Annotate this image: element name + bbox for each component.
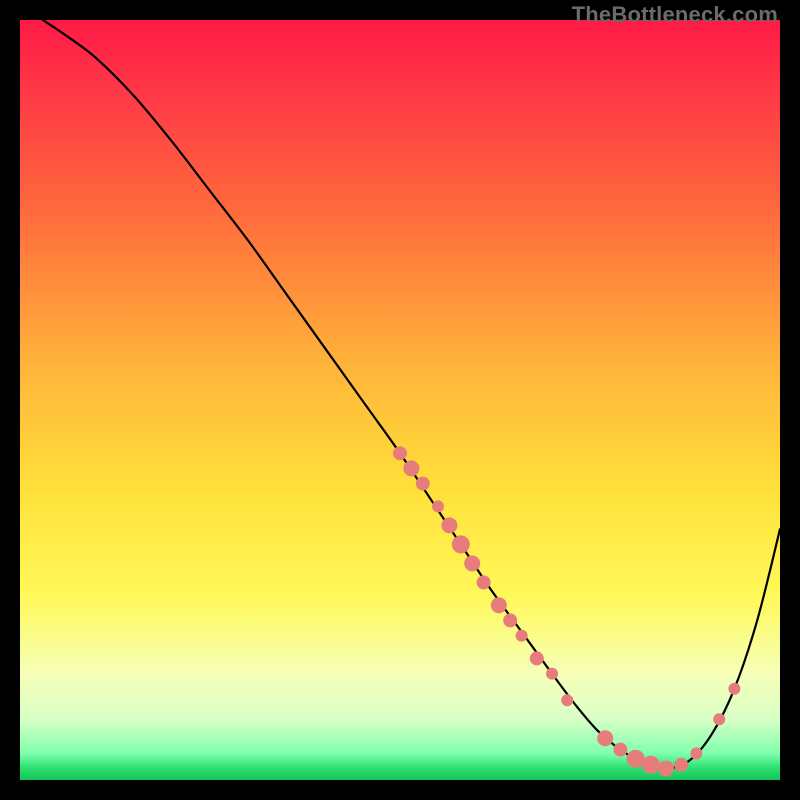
chart-background [20, 20, 780, 780]
curve-marker [441, 517, 457, 533]
curve-marker [452, 535, 470, 553]
chart-frame [20, 20, 780, 780]
curve-marker [642, 756, 660, 774]
curve-marker [613, 743, 627, 757]
curve-marker [393, 446, 407, 460]
curve-marker [403, 460, 419, 476]
chart-svg [20, 20, 780, 780]
curve-marker [674, 758, 688, 772]
curve-marker [658, 761, 674, 777]
curve-marker [503, 613, 517, 627]
curve-marker [546, 668, 558, 680]
curve-marker [464, 555, 480, 571]
curve-marker [561, 694, 573, 706]
curve-marker [516, 630, 528, 642]
curve-marker [690, 747, 702, 759]
curve-marker [728, 683, 740, 695]
curve-marker [713, 713, 725, 725]
curve-marker [477, 575, 491, 589]
curve-marker [416, 477, 430, 491]
curve-marker [491, 597, 507, 613]
curve-marker [597, 730, 613, 746]
curve-marker [530, 651, 544, 665]
watermark-text: TheBottleneck.com [572, 2, 778, 28]
curve-marker [432, 500, 444, 512]
